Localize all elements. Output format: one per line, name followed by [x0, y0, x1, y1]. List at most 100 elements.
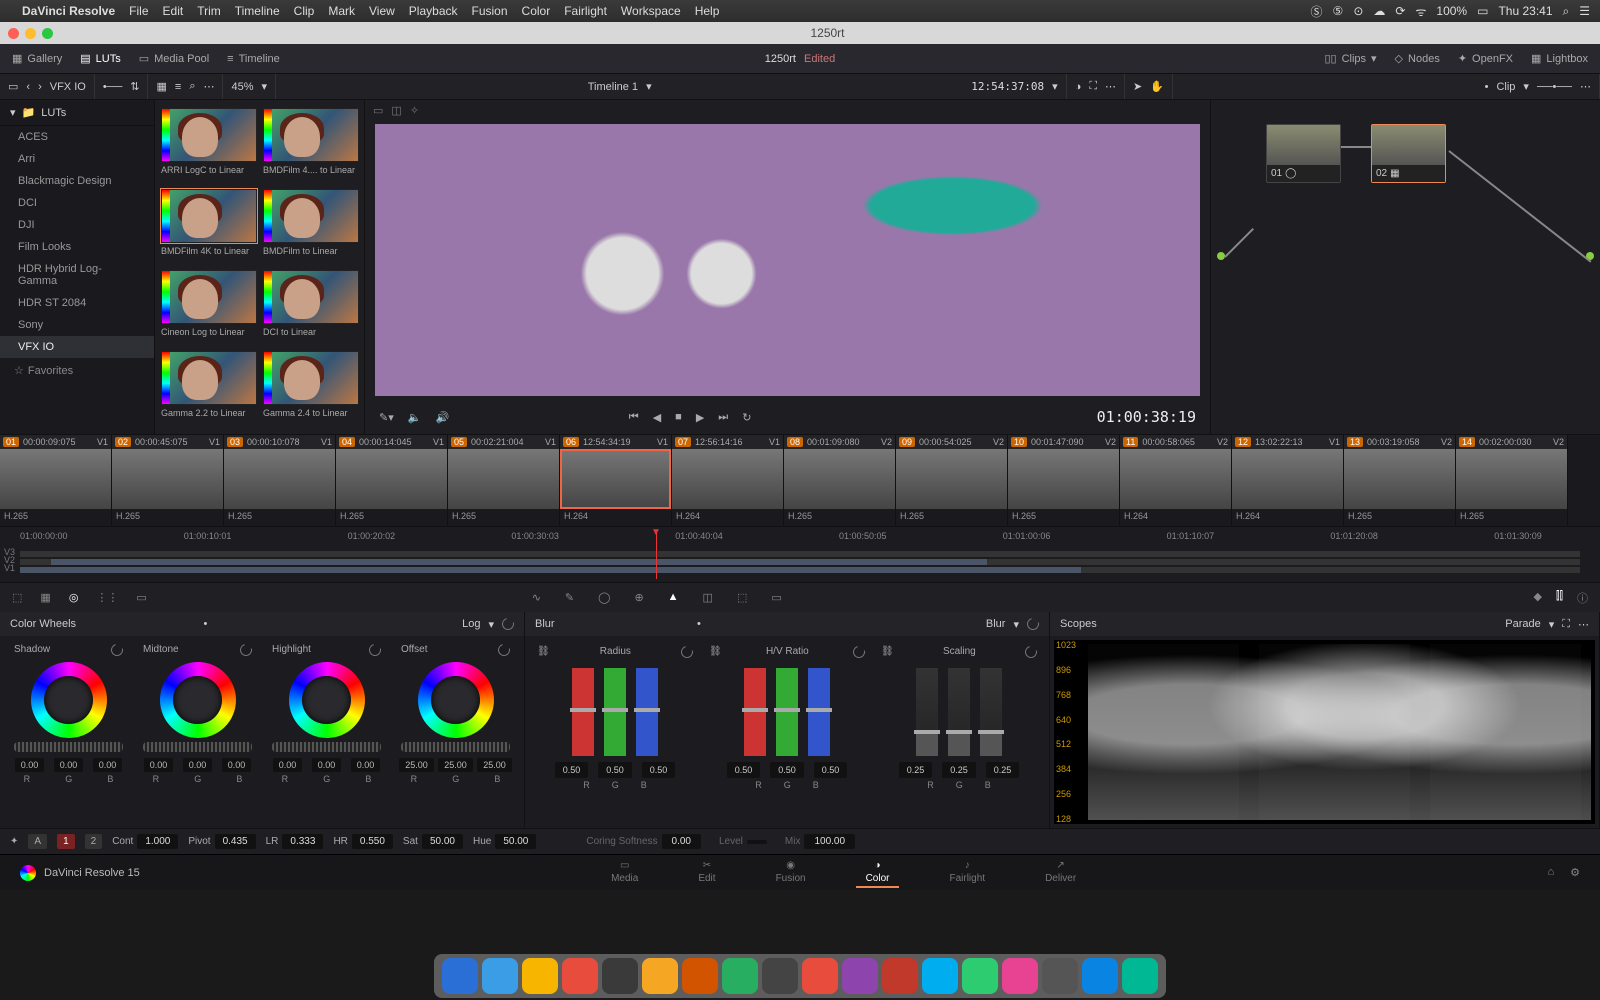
step-back-icon[interactable]: ◀	[653, 411, 661, 424]
openfx-button[interactable]: ✦OpenFX	[1458, 52, 1513, 65]
node-graph[interactable]: 01◯ 02▦	[1210, 100, 1600, 434]
clip-03[interactable]: 0300:00:10:078V1H.265	[224, 435, 336, 526]
hr-param[interactable]: HR0.550	[333, 834, 392, 849]
scopes-icon[interactable]: ⫿⫿	[1556, 590, 1563, 606]
lut-item[interactable]: BMDFilm 4K to Linear	[161, 189, 257, 264]
clip-11[interactable]: 1100:00:58:065V2H.264	[1120, 435, 1232, 526]
favorites-item[interactable]: ☆Favorites	[0, 358, 154, 383]
lut-cat-blackmagic design[interactable]: Blackmagic Design	[0, 170, 154, 192]
menu-workspace[interactable]: Workspace	[621, 4, 681, 18]
page-media[interactable]: ▭Media	[601, 858, 648, 888]
split-icon[interactable]: ◫	[391, 104, 401, 117]
clip-14[interactable]: 1400:02:00:030V2H.265	[1456, 435, 1568, 526]
window-icon[interactable]: ◯	[598, 591, 610, 604]
menu-fairlight[interactable]: Fairlight	[564, 4, 607, 18]
viewer-timecode[interactable]: 12:54:37:08	[971, 80, 1044, 93]
menu-icon[interactable]: ☰	[1579, 4, 1590, 18]
dropbox-icon[interactable]: ☁	[1373, 4, 1385, 18]
sort-icon[interactable]: ⇅	[130, 80, 139, 93]
bypass-icon[interactable]: ◑	[1075, 81, 1082, 93]
image-wipe-icon[interactable]: ▭	[373, 104, 383, 117]
zoom-value[interactable]: 45%	[231, 81, 253, 93]
dock-app-1[interactable]	[482, 958, 518, 994]
dock-app-8[interactable]	[762, 958, 798, 994]
clip-12[interactable]: 1213:02:22:13V1H.264	[1232, 435, 1344, 526]
luts-button[interactable]: ▤LUTs	[80, 52, 120, 65]
reset-icon[interactable]	[500, 616, 516, 632]
scopes-mode[interactable]: Parade	[1505, 618, 1540, 630]
node-range[interactable]: Clip	[1496, 81, 1515, 93]
chevron-down-icon[interactable]: ▾	[646, 80, 652, 93]
mediapool-button[interactable]: ▭Media Pool	[139, 52, 209, 65]
chevron-down-icon[interactable]: ▾	[1052, 80, 1058, 93]
menu-timeline[interactable]: Timeline	[235, 4, 280, 18]
keyframes-icon[interactable]: ◆	[1533, 590, 1541, 606]
blur-icon[interactable]: ▲	[668, 591, 679, 604]
blur-radius[interactable]: ⛓Radius0.500.500.50RGB	[533, 642, 697, 822]
clips-button[interactable]: ▯▯Clips▾	[1324, 52, 1376, 65]
wheel-midtone[interactable]: Midtone0.000.000.00RGB	[135, 640, 260, 824]
close-window-button[interactable]	[8, 28, 19, 39]
dock-app-16[interactable]	[1082, 958, 1118, 994]
page-fusion[interactable]: ◉Fusion	[766, 858, 816, 888]
menu-help[interactable]: Help	[695, 4, 720, 18]
battery-icon[interactable]: ▭	[1477, 4, 1488, 18]
spotlight-icon[interactable]: ⌕	[1563, 4, 1570, 19]
lut-item[interactable]: ARRI LogC to Linear	[161, 108, 257, 183]
curves-icon[interactable]: ∿	[532, 591, 541, 604]
dock-app-7[interactable]	[722, 958, 758, 994]
picker-a[interactable]: A	[28, 834, 47, 849]
more-icon[interactable]: ⋯	[1105, 80, 1116, 93]
nav-back-icon[interactable]: ‹	[26, 81, 30, 93]
page-color[interactable]: ◑Color	[856, 858, 900, 888]
nav-fwd-icon[interactable]: ›	[38, 81, 42, 93]
wifi-icon[interactable]: ᯤ	[1415, 3, 1426, 20]
page-deliver[interactable]: ↗Deliver	[1035, 858, 1086, 888]
reset-icon[interactable]	[851, 644, 867, 660]
blur-mode[interactable]: Blur	[986, 618, 1006, 630]
auto-icon[interactable]: ✦	[10, 836, 18, 847]
qualifier-icon[interactable]: ✎	[565, 591, 574, 604]
lightbox-button[interactable]: ▦Lightbox	[1531, 52, 1588, 65]
lut-cat-arri[interactable]: Arri	[0, 148, 154, 170]
lut-cat-film looks[interactable]: Film Looks	[0, 236, 154, 258]
minimize-window-button[interactable]	[25, 28, 36, 39]
wheels-icon[interactable]: ◎	[69, 591, 79, 604]
wheel-offset[interactable]: Offset25.0025.0025.00RGB	[393, 640, 518, 824]
3d-icon[interactable]: ▭	[771, 591, 781, 604]
sizing-icon[interactable]: ⬚	[737, 591, 747, 604]
goto-end-icon[interactable]: ⏭	[718, 411, 728, 424]
dock-app-14[interactable]	[1002, 958, 1038, 994]
dock-app-17[interactable]	[1122, 958, 1158, 994]
thumb-slider[interactable]: •──	[103, 81, 122, 93]
dock-app-9[interactable]	[802, 958, 838, 994]
zoom-slider[interactable]: ──•──	[1537, 81, 1572, 93]
menu-view[interactable]: View	[369, 4, 395, 18]
dock-app-13[interactable]	[962, 958, 998, 994]
camera-raw-icon[interactable]: ⬚	[12, 591, 22, 604]
menu-file[interactable]: File	[129, 4, 148, 18]
clock[interactable]: Thu 23:41	[1498, 4, 1552, 18]
sync-icon[interactable]: ⟳	[1395, 4, 1405, 18]
chevron-down-icon[interactable]: ▾	[1523, 80, 1529, 93]
clip-10[interactable]: 1000:01:47:090V2H.265	[1008, 435, 1120, 526]
reset-icon[interactable]	[1025, 616, 1041, 632]
cont-param[interactable]: Cont1.000	[112, 834, 178, 849]
headphones-icon[interactable]: ⊙	[1353, 4, 1363, 18]
lut-item[interactable]: BMDFilm to Linear	[263, 189, 359, 264]
page-fairlight[interactable]: ♪Fairlight	[939, 858, 995, 888]
lut-cat-vfx io[interactable]: VFX IO	[0, 336, 154, 358]
hue-param[interactable]: Hue50.00	[473, 834, 536, 849]
jog-wheel[interactable]	[14, 742, 123, 752]
menu-edit[interactable]: Edit	[163, 4, 184, 18]
gallery-button[interactable]: ▦Gallery	[12, 52, 62, 65]
dock-app-2[interactable]	[522, 958, 558, 994]
skype-icon[interactable]: Ⓢ	[1311, 3, 1323, 20]
page-edit[interactable]: ✂Edit	[688, 858, 725, 888]
reset-icon[interactable]	[109, 642, 125, 658]
lut-cat-hdr st 2084[interactable]: HDR ST 2084	[0, 292, 154, 314]
chevron-down-icon[interactable]: ▾	[10, 106, 16, 119]
jog-wheel[interactable]	[143, 742, 252, 752]
menu-fusion[interactable]: Fusion	[472, 4, 508, 18]
page-1[interactable]: 1	[57, 834, 75, 849]
